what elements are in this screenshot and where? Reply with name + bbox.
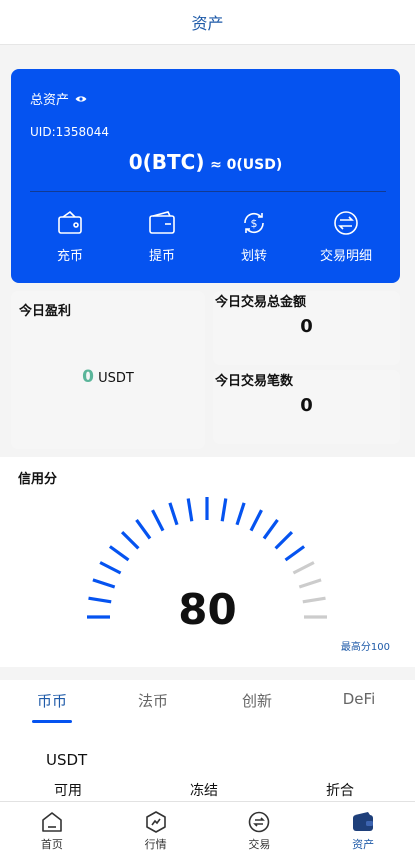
profit-number: 0 <box>82 367 94 387</box>
deposit-button[interactable]: 充币 <box>30 209 110 264</box>
market-icon <box>145 811 166 833</box>
withdraw-icon <box>149 211 175 234</box>
nav-market-label: 行情 <box>144 838 167 851</box>
withdraw-label: 提币 <box>148 249 175 264</box>
nav-home[interactable]: 首页 <box>0 802 104 855</box>
nav-trade-label: 交易 <box>248 838 271 851</box>
trade-icon <box>249 811 270 833</box>
gauge-tick <box>151 509 165 532</box>
transaction-detail-button[interactable]: 交易明细 <box>306 209 386 264</box>
deposit-label: 充币 <box>56 249 83 264</box>
profit-unit: USDT <box>98 371 134 386</box>
uid-text: UID:1358044 <box>30 125 110 139</box>
today-volume-card: 今日交易总金额 0 <box>213 291 400 365</box>
nav-assets[interactable]: 资产 <box>311 802 415 855</box>
btc-balance: 0(BTC) <box>128 150 205 174</box>
coin-name: USDT <box>46 751 88 769</box>
tab-coin[interactable]: 币币 <box>12 690 92 711</box>
credit-max-label: 最高分100 <box>340 642 390 653</box>
today-profit-title: 今日盈利 <box>19 304 72 319</box>
nav-home-label: 首页 <box>40 838 63 851</box>
header-bar: 资产 <box>0 0 415 45</box>
total-assets-label: 总资产 <box>30 93 70 108</box>
total-balance: 0(BTC) ≈ 0(USD) <box>11 150 400 174</box>
nav-trade[interactable]: 交易 <box>208 802 312 855</box>
gauge-tick <box>168 502 179 526</box>
withdraw-button[interactable]: 提币 <box>122 209 202 264</box>
gauge-tick <box>249 509 263 532</box>
tab-fiat[interactable]: 法币 <box>113 690 193 711</box>
transaction-detail-label: 交易明细 <box>319 249 372 264</box>
page-title: 资产 <box>191 14 224 33</box>
today-volume-title: 今日交易总金额 <box>215 295 307 310</box>
gauge-tick <box>120 530 140 550</box>
asset-tabs-section: 币币 法币 创新 DeFi USDT 可用 冻结 折合 <box>0 680 415 802</box>
transaction-detail-icon <box>334 211 358 235</box>
home-icon <box>42 812 62 832</box>
gauge-tick <box>108 545 130 562</box>
column-frozen: 冻结 <box>190 783 218 799</box>
gauge-tick <box>284 545 306 562</box>
gauge-tick <box>186 498 194 522</box>
asset-tabs: 币币 法币 创新 DeFi <box>0 680 415 725</box>
credit-gauge <box>87 497 327 619</box>
tab-innovation[interactable]: 创新 <box>217 690 297 711</box>
bottom-nav: 首页 行情 交易 资产 <box>0 801 415 855</box>
gauge-tick <box>235 502 246 526</box>
gauge-tick <box>99 561 122 575</box>
column-equivalent: 折合 <box>326 783 354 799</box>
today-volume-value: 0 <box>300 316 313 337</box>
active-tab-indicator <box>32 720 72 723</box>
svg-text:$: $ <box>251 217 258 230</box>
total-assets-row: 总资产 <box>30 89 87 108</box>
asset-actions: 充币 提币 $ 划转 交易明细 <box>30 209 386 264</box>
usd-balance: ≈ 0(USD) <box>210 157 283 173</box>
column-available: 可用 <box>54 783 82 799</box>
gauge-tick <box>262 518 279 540</box>
today-profit-card: 今日盈利 0 USDT <box>11 291 205 449</box>
transfer-label: 划转 <box>240 249 267 264</box>
today-trade-count-value: 0 <box>300 395 313 416</box>
deposit-icon <box>58 210 82 234</box>
eye-icon[interactable] <box>75 95 87 103</box>
gauge-tick <box>220 498 228 522</box>
gauge-tick <box>135 518 152 540</box>
gauge-tick <box>274 530 294 550</box>
today-profit-value: 0 USDT <box>11 367 205 387</box>
asset-card: 总资产 UID:1358044 0(BTC) ≈ 0(USD) 充币 提币 $ … <box>11 69 400 283</box>
credit-score-section: 信用分 80 最高分100 <box>0 457 415 667</box>
today-trade-count-card: 今日交易笔数 0 <box>213 370 400 444</box>
today-trade-count-title: 今日交易笔数 <box>215 374 294 389</box>
nav-assets-label: 资产 <box>352 838 375 851</box>
wallet-icon <box>353 812 374 831</box>
nav-market[interactable]: 行情 <box>104 802 208 855</box>
transfer-button[interactable]: $ 划转 <box>214 209 294 264</box>
transfer-icon: $ <box>244 212 264 234</box>
divider <box>30 191 386 192</box>
credit-score-value: 80 <box>178 585 237 634</box>
tab-defi[interactable]: DeFi <box>319 690 399 708</box>
gauge-tick <box>292 561 315 575</box>
